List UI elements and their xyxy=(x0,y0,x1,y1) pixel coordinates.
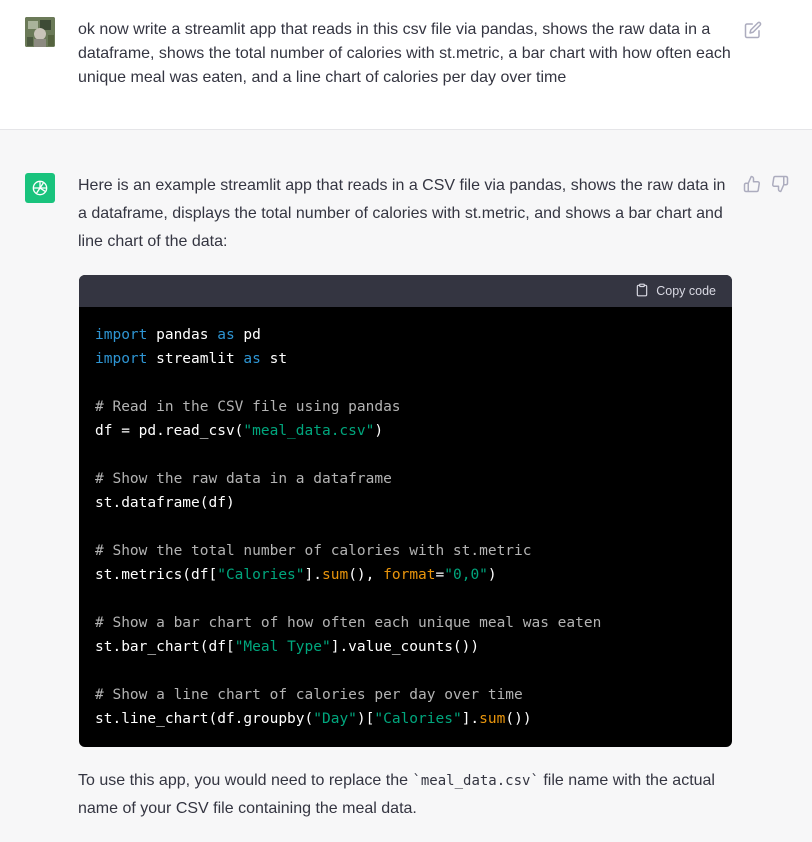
assistant-intro-text: Here is an example streamlit app that re… xyxy=(78,177,726,250)
code-line: import pandas as pd xyxy=(95,327,261,343)
user-avatar xyxy=(25,17,55,47)
code-comment: # Show the raw data in a dataframe xyxy=(95,471,392,487)
copy-code-button[interactable]: Copy code xyxy=(635,282,716,300)
code-comment: # Show a line chart of calories per day … xyxy=(95,687,523,703)
user-message-text: ok now write a streamlit app that reads … xyxy=(78,21,731,86)
clipboard-icon xyxy=(635,282,649,301)
code-block: Copy code import pandas as pd import stre… xyxy=(79,275,732,747)
code-block-header: Copy code xyxy=(79,275,732,307)
assistant-avatar xyxy=(25,173,55,203)
inline-code: `meal_data.csv` xyxy=(412,773,539,789)
code-line: st.line_chart(df.groupby("Day")["Calorie… xyxy=(95,711,532,727)
code-comment: # Show the total number of calories with… xyxy=(95,543,532,559)
code-comment: # Show a bar chart of how often each uni… xyxy=(95,615,602,631)
thumbs-up-icon[interactable] xyxy=(743,175,761,193)
code-line: df = pd.read_csv("meal_data.csv") xyxy=(95,423,384,439)
assistant-message: Here is an example streamlit app that re… xyxy=(0,130,812,842)
code-line: import streamlit as st xyxy=(95,351,288,367)
thumbs-down-icon[interactable] xyxy=(771,175,789,193)
code-line: st.bar_chart(df["Meal Type"].value_count… xyxy=(95,639,480,655)
code-content: import pandas as pd import streamlit as s… xyxy=(79,307,732,747)
code-line: st.metrics(df["Calories"].sum(), format=… xyxy=(95,567,497,583)
copy-code-label: Copy code xyxy=(656,284,716,298)
assistant-footer-text: To use this app, you would need to repla… xyxy=(78,772,715,817)
edit-icon[interactable] xyxy=(744,21,762,39)
code-line: st.dataframe(df) xyxy=(95,495,235,511)
code-comment: # Read in the CSV file using pandas xyxy=(95,399,401,415)
user-message: ok now write a streamlit app that reads … xyxy=(0,0,812,130)
